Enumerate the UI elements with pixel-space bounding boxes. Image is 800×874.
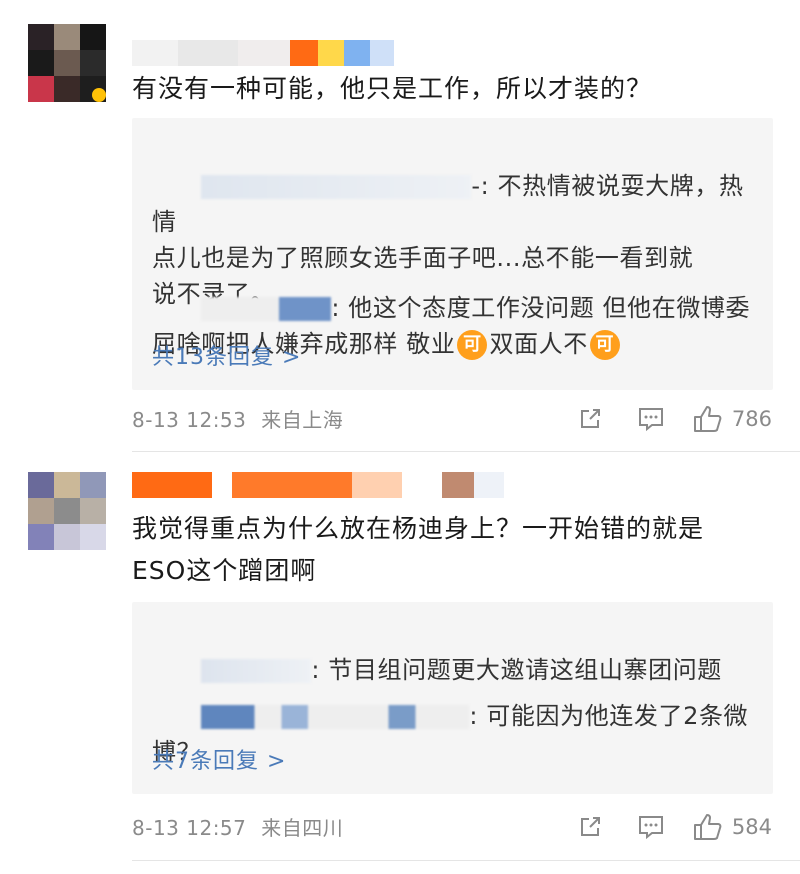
reply-author[interactable] <box>201 705 470 729</box>
comment-text: 有没有一种可能，他只是工作，所以才装的？ <box>132 74 653 103</box>
avatar[interactable] <box>28 472 106 550</box>
comment-item: 我觉得重点为什么放在杨迪身上？一开始错的就是 ESO这个蹭团啊 : 节目组问题更… <box>0 452 800 874</box>
like-icon <box>693 406 722 432</box>
comment-icon <box>638 816 663 840</box>
reply-author[interactable] <box>201 175 472 199</box>
action-bar: 786 <box>576 404 772 434</box>
like-button[interactable]: 584 <box>692 812 772 842</box>
like-count: 786 <box>731 407 772 431</box>
share-icon <box>580 409 600 428</box>
comment-item: 有没有一种可能，他只是工作，所以才装的？ -: 不热情被说耍大牌，热情 点儿也是… <box>0 0 800 452</box>
comment-button[interactable] <box>636 813 666 841</box>
reply-box[interactable]: : 节目组问题更大邀请这组山寨团问题 : 可能因为他连发了2条微 博？ 共7条回… <box>132 602 773 794</box>
view-replies-link[interactable]: 共7条回复 > <box>152 744 286 780</box>
emoji-icon: 可 <box>589 330 620 360</box>
reply-item[interactable]: : 可能因为他连发了2条微 博？ <box>152 662 762 806</box>
action-bar: 584 <box>576 812 772 842</box>
divider <box>132 860 800 861</box>
location: 来自上海 <box>261 408 344 432</box>
comment-meta: 8-13 12:57 来自四川 <box>132 814 343 842</box>
reply-item[interactable]: : 他这个态度工作没问题 但他在微博委 屈啥啊把人嫌弃成那样 敬业可双面人不可 <box>152 254 762 398</box>
like-button[interactable]: 786 <box>692 404 772 434</box>
reply-box[interactable]: -: 不热情被说耍大牌，热情 点儿也是为了照顾女选手面子吧...总不能一看到就 … <box>132 118 773 390</box>
username[interactable] <box>132 472 504 498</box>
comment-text: 我觉得重点为什么放在杨迪身上？一开始错的就是 ESO这个蹭团啊 <box>132 514 705 585</box>
username[interactable] <box>132 40 394 66</box>
timestamp: 8-13 12:57 <box>132 816 247 840</box>
like-icon <box>693 814 722 840</box>
share-button[interactable] <box>576 813 604 841</box>
comment-meta: 8-13 12:53 来自上海 <box>132 406 343 434</box>
share-button[interactable] <box>576 405 604 433</box>
timestamp: 8-13 12:53 <box>132 408 247 432</box>
location: 来自四川 <box>261 816 344 840</box>
reply-author[interactable] <box>201 297 332 321</box>
comment-button[interactable] <box>636 405 666 433</box>
verified-badge-icon <box>92 88 106 102</box>
view-replies-link[interactable]: 共13条回复 > <box>152 340 301 376</box>
like-count: 584 <box>731 815 772 839</box>
comment-icon <box>638 408 663 432</box>
emoji-icon: 可 <box>457 330 488 360</box>
share-icon <box>580 817 600 836</box>
